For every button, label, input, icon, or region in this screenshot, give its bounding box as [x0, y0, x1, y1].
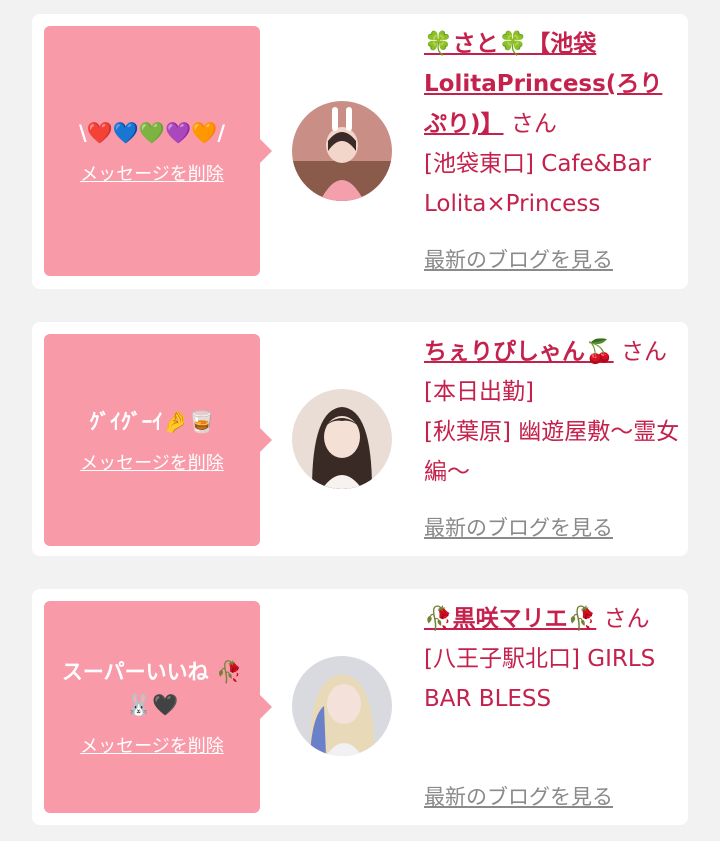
cast-name-line: ちぇりぴしゃん🍒 さん[本日出勤]	[424, 332, 680, 412]
favorite-card: スーパーいいね 🥀🐰🖤 メッセージを削除 🥀黒咲マリエ🥀 さん [八王子駅北口]…	[32, 589, 688, 825]
cast-info: 🍀さと🍀【池袋LolitaPrincess(ろりぷり)】 さん [池袋東口] C…	[424, 24, 680, 224]
message-bubble: \❤️💙💚💜🧡⁠/ メッセージを削除	[44, 26, 272, 276]
message-text: スーパーいいね 🥀🐰🖤	[61, 660, 243, 717]
honorific: さん	[510, 111, 557, 137]
delete-message-link[interactable]: メッセージを削除	[80, 449, 224, 475]
avatar[interactable]	[292, 656, 392, 756]
latest-blog-link[interactable]: 最新のブログを見る	[424, 244, 613, 274]
cast-info: 🥀黒咲マリエ🥀 さん [八王子駅北口] GIRLS BAR BLESS	[424, 599, 680, 719]
favorite-card: ｸﾞｲｸﾞｰｲ🤌🥃 メッセージを削除 ちぇりぴしゃん🍒 さん[本日出勤] [秋葉…	[32, 322, 688, 556]
avatar[interactable]	[292, 101, 392, 201]
honorific: さん	[603, 606, 650, 632]
latest-blog-link[interactable]: 最新のブログを見る	[424, 781, 613, 811]
latest-blog-link[interactable]: 最新のブログを見る	[424, 512, 613, 542]
cast-name-link[interactable]: ちぇりぴしゃん🍒	[424, 339, 614, 365]
cast-name-line: 🍀さと🍀【池袋LolitaPrincess(ろりぷり)】 さん	[424, 24, 680, 144]
delete-message-link[interactable]: メッセージを削除	[80, 732, 224, 758]
avatar[interactable]	[292, 389, 392, 489]
message-bubble: スーパーいいね 🥀🐰🖤 メッセージを削除	[44, 601, 272, 813]
message-bubble: ｸﾞｲｸﾞｰｲ🤌🥃 メッセージを削除	[44, 334, 272, 546]
cast-info: ちぇりぴしゃん🍒 さん[本日出勤] [秋葉原] 幽遊屋敷～霊女編～	[424, 332, 680, 492]
cast-name-line: 🥀黒咲マリエ🥀 さん	[424, 599, 680, 639]
delete-message-link[interactable]: メッセージを削除	[80, 160, 224, 186]
favorite-card: \❤️💙💚💜🧡⁠/ メッセージを削除 🍀さと🍀【池袋LolitaPrincess…	[32, 14, 688, 289]
shop-name: [池袋東口] Cafe&Bar Lolita×Princess	[424, 151, 651, 217]
message-text: \❤️💙💚💜🧡⁠/	[78, 120, 226, 145]
shop-name: [秋葉原] 幽遊屋敷～霊女編～	[424, 419, 680, 485]
cast-name-link[interactable]: 🥀黒咲マリエ🥀	[424, 606, 596, 632]
message-text: ｸﾞｲｸﾞｰｲ🤌🥃	[89, 409, 215, 434]
shop-name: [八王子駅北口] GIRLS BAR BLESS	[424, 646, 656, 712]
